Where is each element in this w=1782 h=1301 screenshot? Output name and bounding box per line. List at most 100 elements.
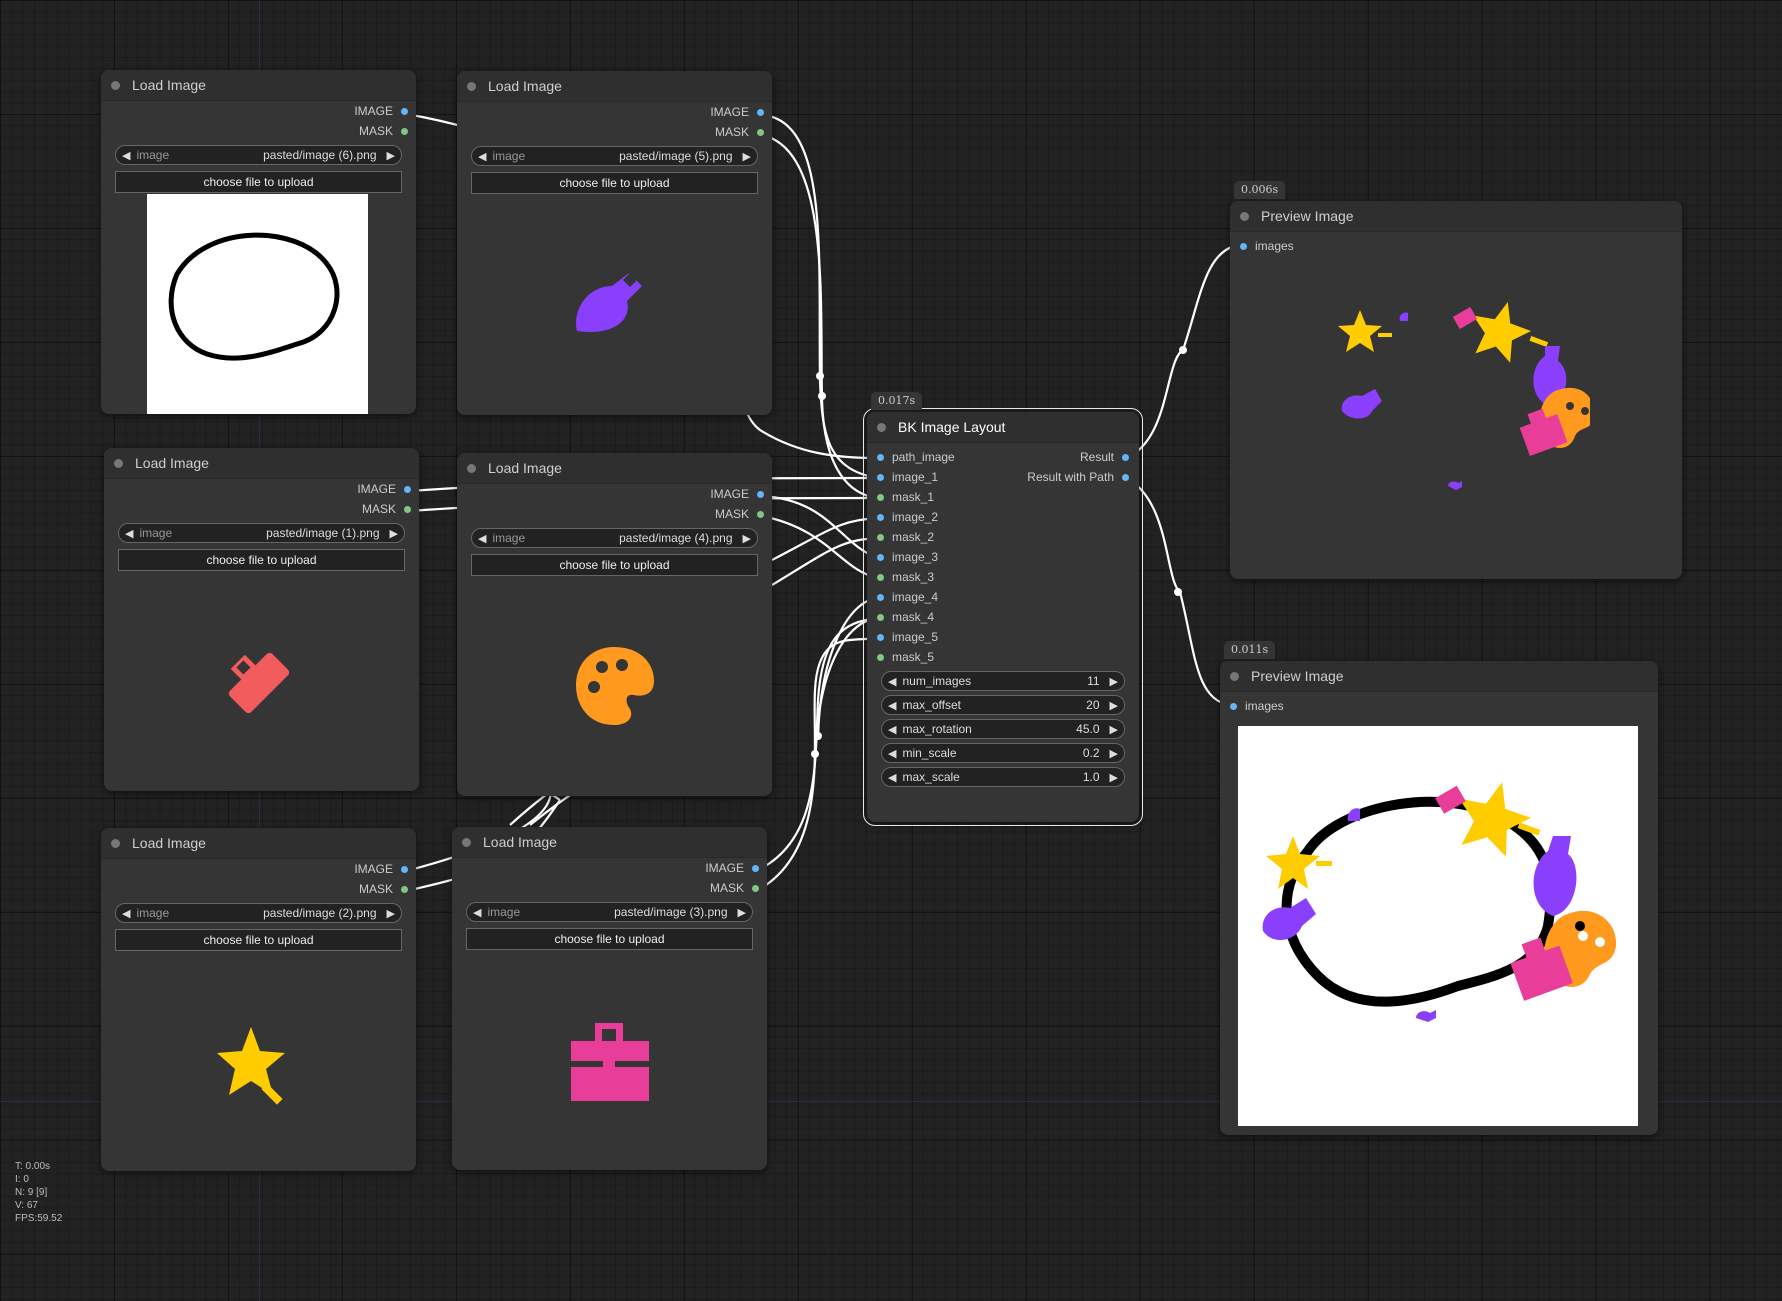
max-scale-widget[interactable]: ◀ max_scale 1.0 ▶ (881, 767, 1125, 787)
load-image-node-6[interactable]: Load Image IMAGE MASK ◀ image pasted/image… (452, 827, 767, 1170)
image-output-socket[interactable] (1122, 453, 1129, 461)
upload-button[interactable]: choose file to upload (115, 929, 402, 951)
left-arrow-icon[interactable]: ◀ (125, 527, 133, 540)
collapse-dot-icon[interactable] (462, 837, 471, 847)
mask-output-socket[interactable] (401, 885, 408, 893)
output-image[interactable]: IMAGE (452, 858, 767, 878)
image-input-socket[interactable] (1230, 702, 1237, 710)
preview-image-node-1[interactable]: 0.006s Preview Image images (1230, 181, 1682, 579)
mask-output-socket[interactable] (757, 510, 764, 518)
output-mask[interactable]: MASK (457, 122, 772, 142)
mask-output-socket[interactable] (757, 128, 764, 136)
preview-image-node-2[interactable]: 0.011s Preview Image images (1220, 641, 1658, 1135)
image-output-socket[interactable] (757, 108, 764, 116)
right-arrow-icon[interactable]: ▶ (387, 907, 395, 920)
node-header[interactable]: Preview Image (1230, 201, 1682, 232)
collapse-dot-icon[interactable] (467, 463, 476, 473)
image-output-socket[interactable] (401, 107, 408, 115)
input-path-image[interactable]: path_image (867, 447, 955, 467)
input-mask-2[interactable]: mask_2 (867, 527, 1139, 547)
image-combo[interactable]: ◀ image pasted/image (3).png ▶ (466, 902, 753, 922)
collapse-dot-icon[interactable] (111, 80, 120, 90)
input-mask-5[interactable]: mask_5 (867, 647, 1139, 667)
image-combo[interactable]: ◀ image pasted/image (2).png ▶ (115, 903, 402, 923)
node-header[interactable]: Load Image (457, 71, 772, 102)
decrement-arrow-icon[interactable]: ◀ (888, 699, 896, 712)
load-image-node-5[interactable]: Load Image IMAGE MASK ◀ image pasted/image… (101, 828, 416, 1171)
output-image[interactable]: IMAGE (457, 102, 772, 122)
mask-input-socket[interactable] (877, 573, 884, 581)
node-header[interactable]: Load Image (101, 70, 416, 101)
node-header[interactable]: Load Image (452, 827, 767, 858)
collapse-dot-icon[interactable] (1240, 211, 1249, 221)
input-image-3[interactable]: image_3 (867, 547, 1139, 567)
load-image-node-4[interactable]: Load Image IMAGE MASK ◀ image pasted/image… (457, 453, 772, 796)
node-header[interactable]: Load Image (457, 453, 772, 484)
mask-input-socket[interactable] (877, 653, 884, 661)
output-mask[interactable]: MASK (101, 121, 416, 141)
mask-input-socket[interactable] (877, 493, 884, 501)
upload-button[interactable]: choose file to upload (118, 549, 405, 571)
decrement-arrow-icon[interactable]: ◀ (888, 771, 896, 784)
collapse-dot-icon[interactable] (1230, 671, 1239, 681)
input-image-4[interactable]: image_4 (867, 587, 1139, 607)
max-rotation-widget[interactable]: ◀ max_rotation 45.0 ▶ (881, 719, 1125, 739)
image-input-socket[interactable] (877, 553, 884, 561)
output-result[interactable]: Result (1080, 450, 1139, 464)
min-scale-widget[interactable]: ◀ min_scale 0.2 ▶ (881, 743, 1125, 763)
collapse-dot-icon[interactable] (877, 422, 886, 432)
right-arrow-icon[interactable]: ▶ (743, 532, 751, 545)
node-header[interactable]: Load Image (101, 828, 416, 859)
left-arrow-icon[interactable]: ◀ (473, 906, 481, 919)
output-mask[interactable]: MASK (452, 878, 767, 898)
decrement-arrow-icon[interactable]: ◀ (888, 747, 896, 760)
image-combo[interactable]: ◀ image pasted/image (5).png ▶ (471, 146, 758, 166)
image-input-socket[interactable] (877, 593, 884, 601)
input-images[interactable]: images (1230, 236, 1682, 256)
image-input-socket[interactable] (877, 633, 884, 641)
decrement-arrow-icon[interactable]: ◀ (888, 723, 896, 736)
upload-button[interactable]: choose file to upload (471, 554, 758, 576)
mask-output-socket[interactable] (404, 505, 411, 513)
load-image-node-1[interactable]: Load Image IMAGE MASK ◀ image pasted/image… (101, 70, 416, 414)
increment-arrow-icon[interactable]: ▶ (1110, 747, 1118, 760)
image-output-socket[interactable] (757, 490, 764, 498)
upload-button[interactable]: choose file to upload (466, 928, 753, 950)
input-mask-1[interactable]: mask_1 (867, 487, 1139, 507)
increment-arrow-icon[interactable]: ▶ (1110, 699, 1118, 712)
image-output-socket[interactable] (752, 864, 759, 872)
node-header[interactable]: BK Image Layout (867, 412, 1139, 443)
right-arrow-icon[interactable]: ▶ (390, 527, 398, 540)
image-combo[interactable]: ◀ image pasted/image (1).png ▶ (118, 523, 405, 543)
output-mask[interactable]: MASK (101, 879, 416, 899)
output-result-with-path[interactable]: Result with Path (1027, 470, 1139, 484)
image-output-socket[interactable] (401, 865, 408, 873)
image-input-socket[interactable] (877, 513, 884, 521)
node-header[interactable]: Load Image (104, 448, 419, 479)
collapse-dot-icon[interactable] (467, 81, 476, 91)
bk-image-layout-node[interactable]: 0.017s BK Image Layout path_image Result… (863, 392, 1143, 826)
input-image-5[interactable]: image_5 (867, 627, 1139, 647)
image-input-socket[interactable] (1240, 242, 1247, 250)
collapse-dot-icon[interactable] (111, 838, 120, 848)
input-image-2[interactable]: image_2 (867, 507, 1139, 527)
mask-output-socket[interactable] (752, 884, 759, 892)
collapse-dot-icon[interactable] (114, 458, 123, 468)
right-arrow-icon[interactable]: ▶ (743, 150, 751, 163)
right-arrow-icon[interactable]: ▶ (738, 906, 746, 919)
input-image-1[interactable]: image_1 (867, 467, 938, 487)
left-arrow-icon[interactable]: ◀ (122, 149, 130, 162)
mask-output-socket[interactable] (401, 127, 408, 135)
input-mask-4[interactable]: mask_4 (867, 607, 1139, 627)
image-input-socket[interactable] (877, 473, 884, 481)
output-image[interactable]: IMAGE (457, 484, 772, 504)
image-combo[interactable]: ◀ image pasted/image (6).png ▶ (115, 145, 402, 165)
output-image[interactable]: IMAGE (101, 859, 416, 879)
output-image[interactable]: IMAGE (104, 479, 419, 499)
increment-arrow-icon[interactable]: ▶ (1110, 771, 1118, 784)
mask-input-socket[interactable] (877, 533, 884, 541)
left-arrow-icon[interactable]: ◀ (478, 150, 486, 163)
increment-arrow-icon[interactable]: ▶ (1110, 723, 1118, 736)
decrement-arrow-icon[interactable]: ◀ (888, 675, 896, 688)
load-image-node-3[interactable]: Load Image IMAGE MASK ◀ image pasted/image… (104, 448, 419, 791)
